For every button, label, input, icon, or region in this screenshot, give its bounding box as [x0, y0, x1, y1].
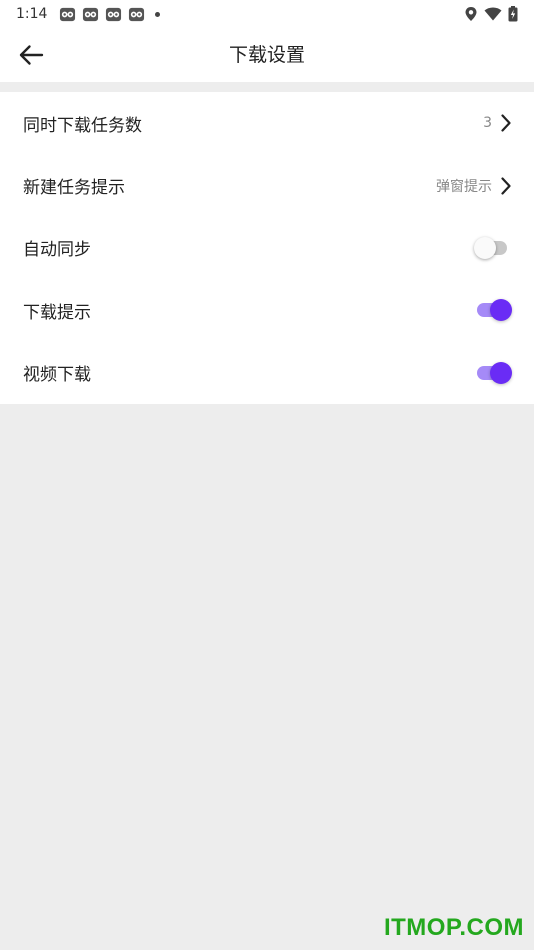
toggle-thumb	[490, 299, 512, 322]
location-icon	[465, 7, 477, 21]
download-prompt-toggle[interactable]	[474, 298, 514, 322]
setting-new-task-prompt[interactable]: 新建任务提示 弹窗提示	[0, 154, 534, 216]
setting-label: 自动同步	[23, 240, 91, 261]
setting-label: 下载提示	[23, 302, 91, 323]
auto-sync-toggle[interactable]	[474, 236, 514, 260]
settings-list: 同时下载任务数 3 新建任务提示 弹窗提示 自动同步 下载提示 视频下载	[0, 92, 534, 404]
battery-charging-icon	[508, 6, 518, 22]
setting-value: 3	[483, 115, 492, 132]
setting-video-download: 视频下载	[0, 342, 534, 404]
setting-value-group: 3	[483, 113, 512, 133]
app-notification-icon	[60, 7, 76, 21]
app-notification-icon	[83, 7, 99, 21]
back-button[interactable]	[14, 38, 48, 72]
chevron-right-icon	[501, 114, 511, 132]
setting-value-group: 弹窗提示	[436, 176, 512, 196]
setting-value: 弹窗提示	[436, 178, 492, 195]
wifi-icon	[484, 7, 502, 21]
setting-label: 视频下载	[23, 365, 91, 386]
setting-concurrent-downloads[interactable]: 同时下载任务数 3	[0, 92, 534, 154]
app-bar: 下载设置	[0, 28, 534, 82]
status-bar: 1:14	[0, 0, 534, 28]
toggle-thumb	[474, 236, 496, 259]
status-time: 1:14	[16, 6, 48, 22]
status-left: 1:14	[16, 6, 161, 23]
toggle-thumb	[490, 361, 512, 384]
app-notification-icon	[129, 7, 145, 21]
arrow-left-icon	[19, 45, 44, 65]
setting-download-prompt: 下载提示	[0, 279, 534, 341]
video-download-toggle[interactable]	[474, 361, 514, 385]
chevron-right-icon	[501, 176, 511, 195]
setting-auto-sync: 自动同步	[0, 217, 534, 279]
status-right	[464, 6, 518, 22]
section-divider	[0, 82, 534, 92]
watermark-logo: ITMOP.COM	[383, 914, 524, 941]
more-notifications-dot	[155, 11, 161, 17]
setting-label: 同时下载任务数	[23, 115, 142, 136]
setting-label: 新建任务提示	[23, 178, 125, 199]
app-notification-icon	[106, 7, 122, 21]
page-title: 下载设置	[228, 44, 305, 66]
